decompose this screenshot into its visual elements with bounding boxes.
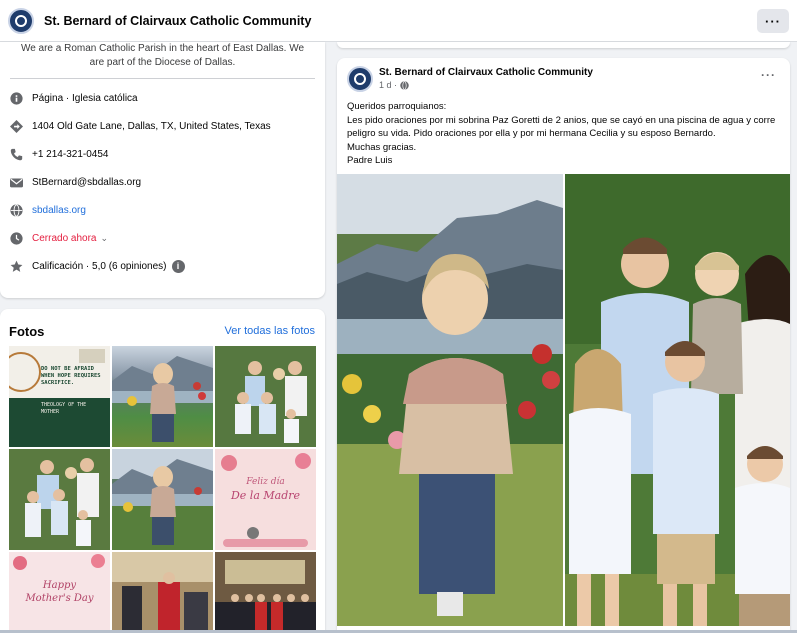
photo-tile[interactable] xyxy=(215,552,316,633)
post-line: Padre Luis xyxy=(347,155,393,166)
location-pin-icon xyxy=(9,119,23,133)
photo-tile[interactable] xyxy=(215,346,316,447)
email-text[interactable]: StBernard@sbdallas.org xyxy=(32,177,141,188)
more-options-button[interactable]: ··· xyxy=(757,9,789,33)
post-photo-toddler[interactable] xyxy=(337,174,563,626)
post-author-avatar[interactable] xyxy=(347,66,373,92)
post-time[interactable]: 1 d · xyxy=(379,80,397,90)
info-badge-icon[interactable]: i xyxy=(171,259,185,273)
envelope-icon xyxy=(9,175,23,189)
info-rating: Calificación · 5,0 (6 opiniones) i xyxy=(0,252,325,280)
post-body: Queridos parroquianos: Les pido oracione… xyxy=(347,100,777,168)
flyer-line: DO NOT BE AFRAID xyxy=(41,366,94,372)
post-photo-family[interactable] xyxy=(565,174,790,626)
tile-text: Mother's Day xyxy=(25,593,94,604)
photo-tile[interactable]: DO NOT BE AFRAID WHEN HOPE REQUIRES SACR… xyxy=(9,346,110,447)
info-hours[interactable]: Cerrado ahora ⌄ xyxy=(0,224,325,252)
address-text[interactable]: 1404 Old Gate Lane, Dallas, TX, United S… xyxy=(32,121,271,132)
category-text: Página · Iglesia católica xyxy=(32,92,138,104)
info-circle-icon xyxy=(9,91,23,105)
intro-description: We are a Roman Catholic Parish in the he… xyxy=(20,43,305,68)
post-line: Les pido oraciones por mi sobrina Paz Go… xyxy=(347,114,776,140)
see-all-photos-link[interactable]: Ver todas las fotos xyxy=(225,325,316,337)
clock-icon xyxy=(9,231,23,245)
post-author-name[interactable]: St. Bernard of Clairvaux Catholic Commun… xyxy=(379,67,593,78)
flyer-line: SACRIFICE. xyxy=(41,380,75,386)
info-phone[interactable]: +1 214-321-0454 xyxy=(0,140,325,168)
parish-logo-icon[interactable] xyxy=(8,7,34,34)
divider xyxy=(10,78,315,79)
chevron-down-icon[interactable]: ⌄ xyxy=(100,233,108,244)
post-line: Muchas gracias. xyxy=(347,141,417,153)
tile-text: Feliz día xyxy=(246,477,285,487)
photo-tile[interactable] xyxy=(112,449,213,550)
intro-card: We are a Roman Catholic Parish in the he… xyxy=(0,42,325,298)
photos-title: Fotos xyxy=(9,323,45,339)
post-options-button[interactable]: ··· xyxy=(761,68,776,82)
photo-tile[interactable] xyxy=(112,346,213,447)
audience-globe-icon xyxy=(400,80,409,90)
photo-tile[interactable] xyxy=(9,449,110,550)
photos-card: Fotos Ver todas las fotos DO NOT BE AFRA… xyxy=(0,309,325,633)
info-category: Página · Iglesia católica xyxy=(0,84,325,112)
post-line: Queridos parroquianos: xyxy=(347,101,447,112)
info-email[interactable]: StBernard@sbdallas.org xyxy=(0,168,325,196)
hours-status[interactable]: Cerrado ahora xyxy=(32,233,96,244)
rating-text: Calificación · 5,0 (6 opiniones) xyxy=(32,260,167,272)
feed-previous-post-edge xyxy=(337,42,790,48)
page-header: St. Bernard of Clairvaux Catholic Commun… xyxy=(0,0,797,42)
photo-tile[interactable]: Happy Mother's Day xyxy=(9,552,110,633)
flyer-line: WHEN HOPE REQUIRES xyxy=(41,373,101,379)
flyer-sub: MOTHER xyxy=(41,409,60,415)
photo-tile[interactable]: Feliz día De la Madre xyxy=(215,449,316,550)
phone-text[interactable]: +1 214-321-0454 xyxy=(32,149,108,160)
website-link[interactable]: sbdallas.org xyxy=(32,205,86,216)
info-website[interactable]: sbdallas.org xyxy=(0,196,325,224)
info-address[interactable]: 1404 Old Gate Lane, Dallas, TX, United S… xyxy=(0,112,325,140)
photo-tile[interactable] xyxy=(112,552,213,633)
tile-text: De la Madre xyxy=(230,489,301,502)
photos-header: Fotos Ver todas las fotos xyxy=(0,309,325,343)
tile-text: Happy xyxy=(42,580,77,591)
star-icon xyxy=(9,259,23,273)
phone-icon xyxy=(9,147,23,161)
page-title[interactable]: St. Bernard of Clairvaux Catholic Commun… xyxy=(44,14,311,28)
post-card: St. Bernard of Clairvaux Catholic Commun… xyxy=(337,58,790,633)
post-meta: 1 d · xyxy=(379,80,409,90)
photo-grid: DO NOT BE AFRAID WHEN HOPE REQUIRES SACR… xyxy=(9,346,316,633)
globe-icon xyxy=(9,203,23,217)
flyer-sub: THEOLOGY OF THE xyxy=(41,402,87,408)
